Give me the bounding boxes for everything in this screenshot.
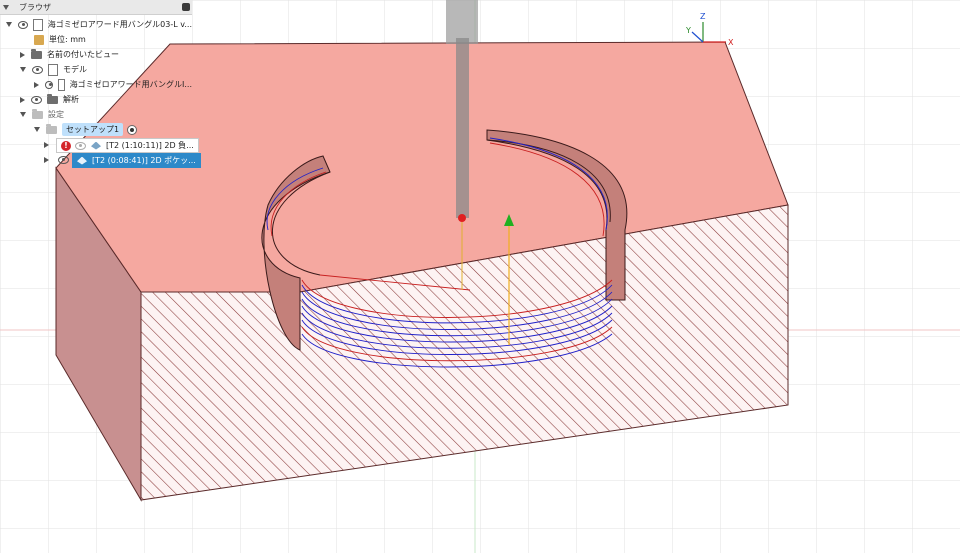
tree-item-units[interactable]: 単位: mm — [0, 32, 192, 47]
tree-item-model-component[interactable]: 海ゴミゼロアワード用バングルI... — [0, 77, 192, 92]
tool-shank — [456, 38, 469, 218]
axis-y-label: Y — [685, 26, 691, 35]
component-icon — [48, 63, 58, 76]
2d-pocket-icon — [77, 156, 87, 165]
expand-icon[interactable] — [34, 127, 40, 132]
browser-header[interactable]: ブラウザ — [0, 0, 192, 15]
activate-setup-radio[interactable] — [127, 124, 138, 135]
tree-item-setup[interactable]: セットアップ1 — [0, 122, 192, 137]
folder-icon — [31, 48, 42, 59]
visibility-eye-icon[interactable] — [45, 80, 53, 89]
tree-item-named-views[interactable]: 名前の付いたビュー — [0, 47, 192, 62]
collapse-browser-icon[interactable] — [3, 4, 9, 10]
expand-icon[interactable] — [20, 67, 26, 72]
units-label: 単位: mm — [49, 35, 86, 44]
tree-item-model[interactable]: モデル — [0, 62, 192, 77]
folder-icon — [32, 108, 43, 119]
visibility-eye-icon[interactable] — [18, 20, 29, 29]
setup-folder-icon — [46, 123, 57, 134]
operation-2-label: [T2 (0:08:41)] 2D ポケッ... — [92, 156, 196, 165]
visibility-eye-icon[interactable] — [32, 65, 43, 74]
operation-1-box[interactable]: ! [T2 (1:10:11)] 2D 負... — [56, 138, 199, 153]
expand-icon[interactable] — [20, 112, 26, 117]
component-icon — [57, 78, 65, 91]
operation-2-box[interactable]: [T2 (0:08:41)] 2D ポケッ... — [72, 153, 201, 168]
named-views-label: 名前の付いたビュー — [47, 50, 119, 59]
tree-item-analysis[interactable]: 解析 — [0, 92, 192, 107]
visibility-eye-icon[interactable] — [58, 155, 69, 164]
pin-icon[interactable] — [182, 3, 190, 11]
warning-icon: ! — [61, 140, 71, 151]
analysis-label: 解析 — [63, 95, 79, 104]
2d-operation-icon — [91, 141, 101, 150]
setups-label: 設定 — [48, 110, 64, 119]
axis-x-label: X — [728, 38, 734, 47]
expand-icon[interactable] — [44, 156, 49, 163]
folder-icon — [47, 93, 58, 104]
tool-tip-marker — [458, 214, 466, 222]
tool-holder — [446, 0, 478, 44]
browser-title: ブラウザ — [19, 2, 51, 12]
model-label: モデル — [63, 65, 87, 74]
tree-root-document[interactable]: 海ゴミゼロアワード用バングル03-L v... — [0, 17, 192, 32]
model-component-label: 海ゴミゼロアワード用バングルI... — [69, 80, 192, 89]
expand-icon[interactable] — [44, 141, 49, 148]
expand-icon[interactable] — [20, 51, 25, 58]
tree-item-operation-2[interactable]: [T2 (0:08:41)] 2D ポケッ... — [0, 152, 201, 168]
expand-icon[interactable] — [6, 22, 12, 27]
browser-panel: ブラウザ 海ゴミゼロアワード用バングル03-L v... 単位: mm 名前の付… — [0, 0, 201, 168]
visibility-eye-icon[interactable] — [31, 95, 42, 104]
operation-1-label: [T2 (1:10:11)] 2D 負... — [106, 141, 194, 150]
tree-item-operation-1[interactable]: ! [T2 (1:10:11)] 2D 負... — [0, 137, 199, 153]
document-name: 海ゴミゼロアワード用バングル03-L v... — [47, 20, 192, 29]
document-icon — [33, 18, 43, 31]
setup-label: セットアップ1 — [62, 123, 124, 136]
tree-item-setups[interactable]: 設定 — [0, 107, 192, 122]
visibility-eye-icon[interactable] — [75, 141, 86, 150]
units-icon — [34, 34, 44, 45]
expand-icon[interactable] — [34, 81, 39, 88]
axis-z-label: Z — [700, 12, 706, 21]
expand-icon[interactable] — [20, 96, 25, 103]
